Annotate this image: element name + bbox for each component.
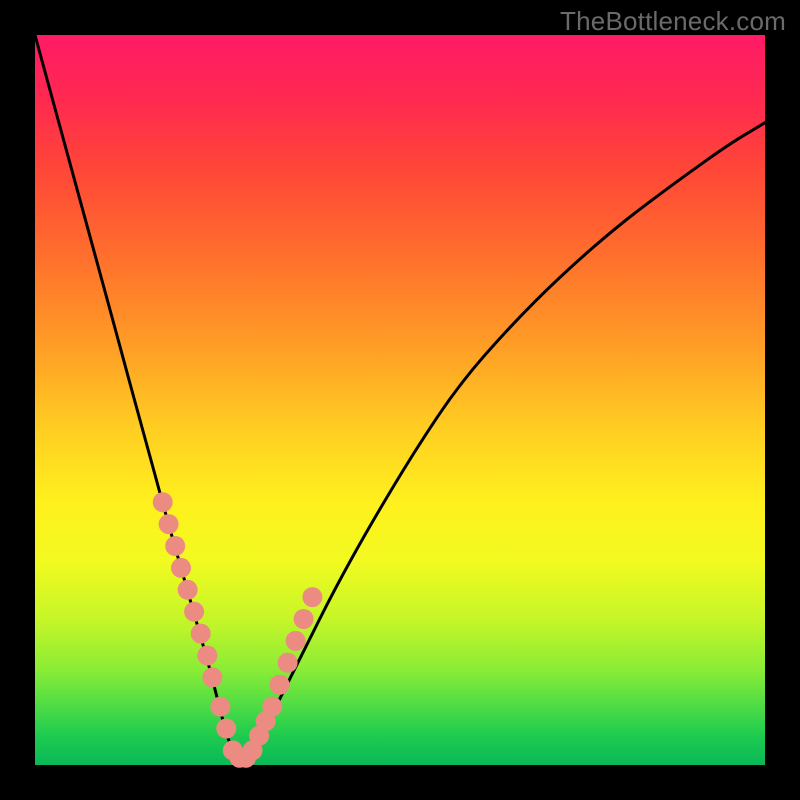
data-dot <box>262 697 282 717</box>
data-dot <box>210 697 230 717</box>
data-dot <box>165 536 185 556</box>
data-dot <box>153 492 173 512</box>
data-dot <box>278 653 298 673</box>
bottleneck-curve <box>35 35 765 758</box>
chart-container: TheBottleneck.com <box>0 0 800 800</box>
data-dots <box>153 492 323 768</box>
data-dot <box>159 514 179 534</box>
data-dot <box>286 631 306 651</box>
data-dot <box>216 719 236 739</box>
chart-svg <box>35 35 765 765</box>
data-dot <box>294 609 314 629</box>
data-dot <box>191 624 211 644</box>
data-dot <box>197 646 217 666</box>
data-dot <box>202 667 222 687</box>
data-dot <box>178 580 198 600</box>
watermark-text: TheBottleneck.com <box>560 6 786 37</box>
data-dot <box>171 558 191 578</box>
data-dot <box>184 602 204 622</box>
data-dot <box>302 587 322 607</box>
data-dot <box>270 675 290 695</box>
